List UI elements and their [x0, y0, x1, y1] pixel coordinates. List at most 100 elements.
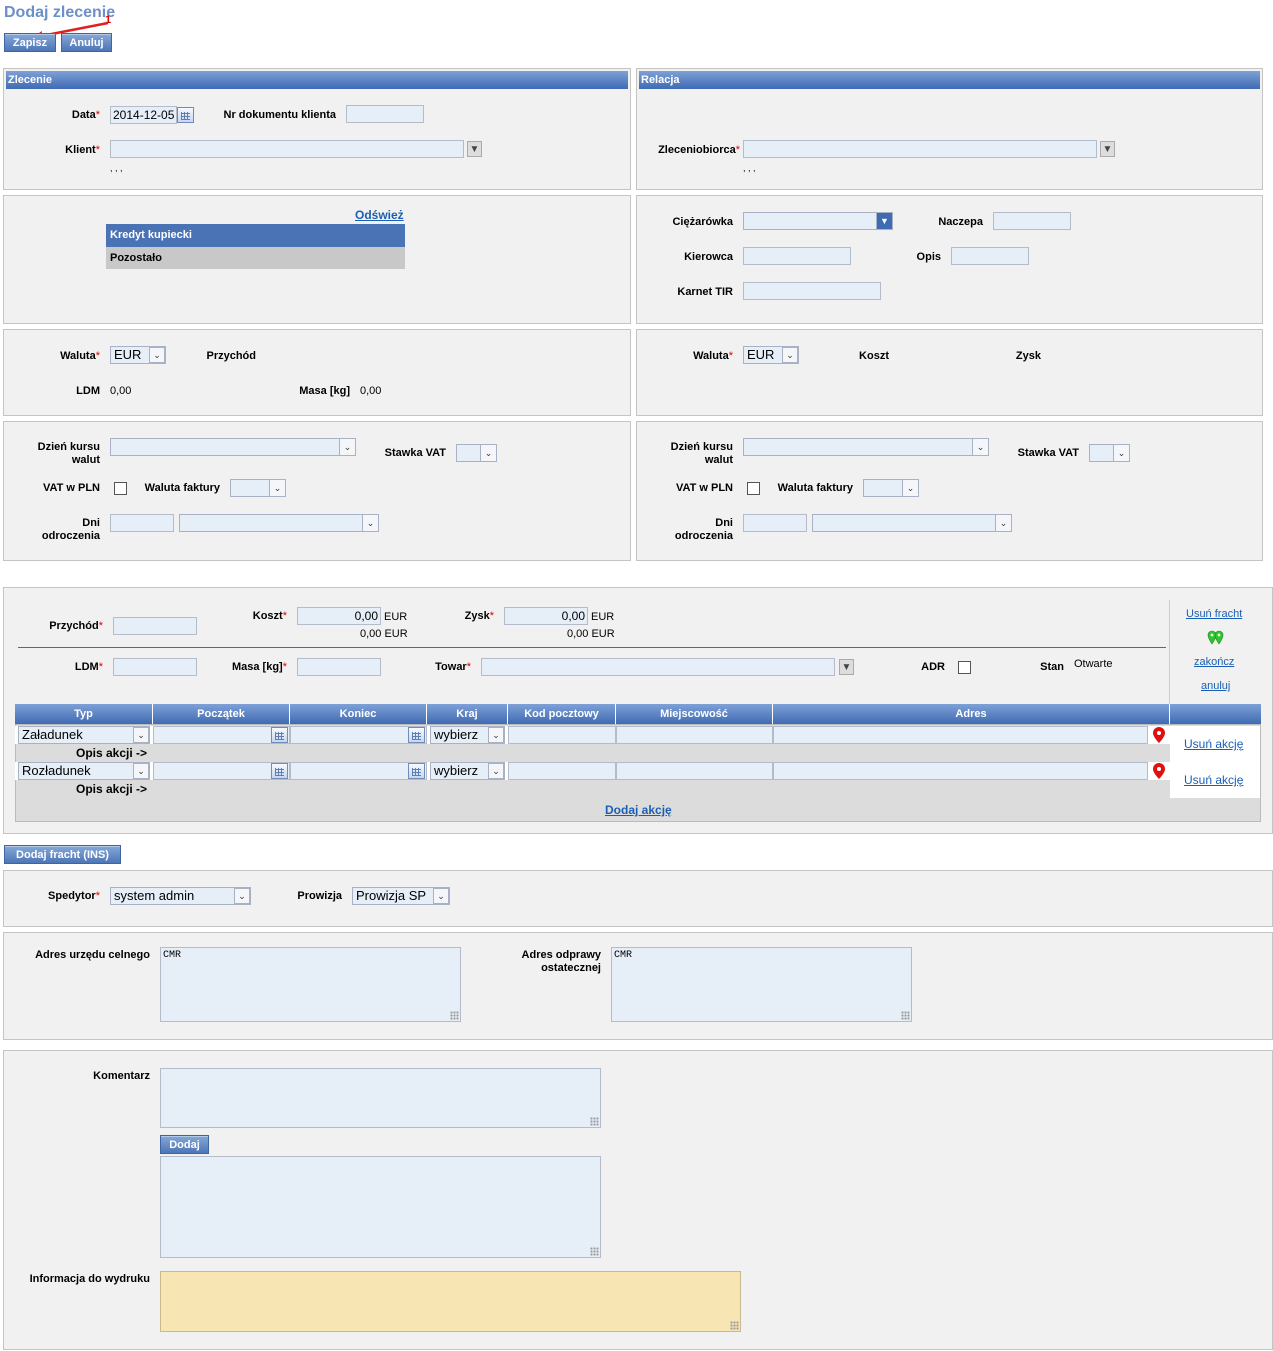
chevron-down-icon[interactable]: ⌄ [133, 727, 149, 743]
chevron-down-icon[interactable]: ⌄ [1113, 445, 1129, 461]
calendar-icon[interactable] [271, 727, 288, 743]
row-type-select[interactable]: Rozładunek [18, 762, 150, 780]
trailer-label: Naczepa [938, 216, 983, 228]
chevron-down-icon[interactable]: ⌄ [149, 347, 165, 363]
row-postal-input[interactable] [508, 726, 616, 744]
row-postal-input[interactable] [508, 762, 616, 780]
add-comment-button[interactable]: Dodaj [160, 1135, 209, 1154]
chevron-down-icon[interactable]: ⌄ [362, 515, 378, 531]
rate-day-select[interactable]: ⌄ [743, 438, 989, 456]
cancel-button[interactable]: Anuluj [61, 33, 112, 52]
comments-history-textarea[interactable] [160, 1156, 601, 1258]
desc-input[interactable] [951, 247, 1029, 265]
add-action-link[interactable]: Dodaj akcję [605, 803, 672, 817]
freight-mass-input[interactable] [297, 658, 381, 676]
desc-label: Opis [916, 251, 941, 263]
vat-pln-checkbox[interactable] [114, 482, 127, 495]
download-arrow-icon[interactable]: ▼ [467, 141, 482, 157]
resize-grip-icon[interactable] [901, 1011, 910, 1020]
chevron-down-icon[interactable]: ⌄ [902, 480, 918, 496]
chevron-down-icon[interactable]: ⌄ [995, 515, 1011, 531]
chevron-down-icon[interactable]: ⌄ [782, 347, 798, 363]
days-select[interactable]: ⌄ [812, 514, 1012, 532]
vat-pln-checkbox[interactable] [747, 482, 760, 495]
days-input[interactable] [110, 514, 174, 532]
chevron-down-icon[interactable]: ⌄ [972, 439, 988, 455]
chevron-down-icon[interactable]: ⌄ [480, 445, 496, 461]
map-pins-icon[interactable] [1207, 630, 1225, 646]
row-address-input[interactable] [773, 726, 1148, 744]
remove-action-link[interactable]: Usuń akcję [1184, 773, 1243, 787]
calendar-icon[interactable] [177, 107, 194, 123]
row-address-input[interactable] [773, 762, 1148, 780]
calendar-icon[interactable] [408, 727, 425, 743]
chevron-down-icon[interactable]: ⌄ [433, 888, 449, 904]
truck-select[interactable]: ▼ [743, 212, 893, 230]
days-input[interactable] [743, 514, 807, 532]
client-input[interactable] [110, 140, 464, 158]
row-city-input[interactable] [616, 726, 773, 744]
freight-mass-label: Masa [kg]* [231, 661, 287, 673]
freight-profit-input[interactable]: 0,00 [504, 607, 588, 625]
chevron-down-icon[interactable]: ⌄ [488, 763, 504, 779]
days-label: Dni odroczenia [41, 517, 100, 542]
trailer-input[interactable] [993, 212, 1071, 230]
refresh-link[interactable]: Odśwież [355, 208, 404, 222]
goods-input[interactable] [481, 658, 835, 676]
resize-grip-icon[interactable] [450, 1011, 459, 1020]
freight-ldm-label: LDM* [74, 661, 103, 673]
invoice-currency-select[interactable]: ⌄ [863, 479, 919, 497]
map-pin-icon[interactable] [1153, 727, 1165, 743]
vat-rate-select[interactable]: ⌄ [1089, 444, 1130, 462]
vat-rate-select[interactable]: ⌄ [456, 444, 497, 462]
row-city-input[interactable] [616, 762, 773, 780]
chevron-down-icon[interactable]: ⌄ [339, 439, 355, 455]
comment-textarea[interactable] [160, 1068, 601, 1128]
chevron-down-icon[interactable]: ⌄ [133, 763, 149, 779]
row-type-select[interactable]: Załadunek [18, 726, 150, 744]
final-clearance-textarea[interactable]: CMR [611, 947, 912, 1022]
print-info-textarea[interactable] [160, 1271, 741, 1332]
row-end-input[interactable] [290, 726, 427, 744]
date-input[interactable]: 2014-12-05 [110, 106, 177, 124]
chevron-down-icon[interactable]: ⌄ [234, 888, 250, 904]
row-end-input[interactable] [290, 762, 427, 780]
days-select[interactable]: ⌄ [179, 514, 379, 532]
vat-rate-label: Stawka VAT [384, 447, 446, 459]
remove-action-link[interactable]: Usuń akcję [1184, 737, 1243, 751]
row-start-input[interactable] [153, 762, 290, 780]
freight-income-input[interactable] [113, 617, 197, 635]
client-doc-input[interactable] [346, 105, 424, 123]
row-start-input[interactable] [153, 726, 290, 744]
chevron-down-icon[interactable]: ⌄ [488, 727, 504, 743]
calendar-icon[interactable] [408, 763, 425, 779]
resize-grip-icon[interactable] [590, 1247, 599, 1256]
download-arrow-icon[interactable]: ▼ [839, 659, 854, 675]
adr-checkbox[interactable] [958, 661, 971, 674]
add-freight-button[interactable]: Dodaj fracht (INS) [4, 845, 121, 864]
invoice-currency-select[interactable]: ⌄ [230, 479, 286, 497]
finish-link[interactable]: zakończ [1194, 656, 1234, 668]
remove-freight-link[interactable]: Usuń fracht [1186, 608, 1242, 620]
customs-office-textarea[interactable]: CMR [160, 947, 461, 1022]
save-button[interactable]: Zapisz [4, 33, 56, 52]
goods-label: Towar* [435, 661, 471, 673]
contractor-input[interactable] [743, 140, 1097, 158]
resize-grip-icon[interactable] [730, 1321, 739, 1330]
tir-input[interactable] [743, 282, 881, 300]
resize-grip-icon[interactable] [590, 1117, 599, 1126]
driver-input[interactable] [743, 247, 851, 265]
map-pin-icon[interactable] [1153, 763, 1165, 779]
download-arrow-icon[interactable]: ▼ [1100, 141, 1115, 157]
freight-cost-input[interactable]: 0,00 [297, 607, 381, 625]
chevron-down-icon[interactable]: ⌄ [269, 480, 285, 496]
credit-tab-other[interactable]: Pozostało [106, 247, 405, 269]
rate-day-select[interactable]: ⌄ [110, 438, 356, 456]
chevron-down-icon[interactable]: ▼ [876, 213, 892, 229]
freight-ldm-input[interactable] [113, 658, 197, 676]
forwarder-select[interactable]: system admin [110, 887, 251, 905]
currency-label: Waluta* [693, 350, 733, 362]
credit-tab-active[interactable]: Kredyt kupiecki [106, 224, 405, 247]
calendar-icon[interactable] [271, 763, 288, 779]
cancel-freight-link[interactable]: anuluj [1201, 680, 1230, 692]
